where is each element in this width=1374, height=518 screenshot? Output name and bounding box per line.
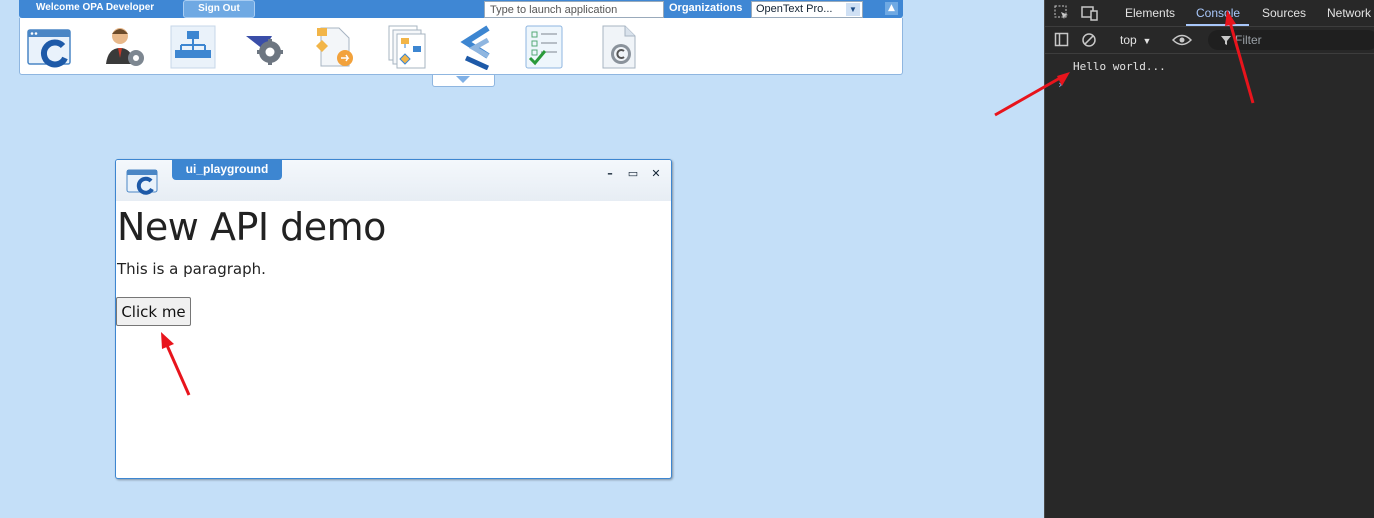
task-checklist-icon[interactable] [520, 24, 568, 70]
filter-icon [1221, 36, 1231, 45]
application-icon-bar [19, 18, 903, 75]
app-window-icon[interactable] [25, 24, 73, 70]
clear-console-icon[interactable] [1081, 32, 1097, 48]
console-log-message: Hello world... [1073, 60, 1166, 73]
devtools-panel: Elements Console Sources Network top ▼ F… [1044, 0, 1374, 518]
filter-input[interactable]: Filter [1208, 30, 1374, 50]
launch-application-input[interactable] [484, 1, 664, 18]
console-toolbar: top ▼ Filter [1045, 27, 1374, 54]
eye-icon[interactable] [1172, 32, 1192, 48]
settings-gear-icon[interactable] [242, 24, 290, 70]
app-window-icon [126, 169, 158, 195]
tab-console[interactable]: Console [1196, 6, 1240, 20]
tab-sources[interactable]: Sources [1262, 6, 1306, 20]
tab-network[interactable]: Network [1327, 6, 1371, 20]
maximize-icon[interactable]: ▭ [627, 168, 639, 180]
organization-value: OpenText Pro... [756, 3, 833, 15]
page-heading: New API demo [117, 205, 386, 249]
window-header[interactable]: ui_playground – ▭ ✕ [116, 160, 671, 201]
expand-launcher-toggle[interactable] [432, 75, 495, 87]
context-select[interactable]: top ▼ [1120, 33, 1151, 47]
org-chart-icon[interactable] [169, 24, 217, 70]
process-flow-icon[interactable] [311, 24, 359, 70]
inspect-element-icon[interactable] [1054, 5, 1070, 21]
filter-placeholder: Filter [1235, 33, 1262, 47]
chevron-right-icon[interactable]: › [1057, 78, 1064, 91]
device-toolbar-icon[interactable] [1081, 5, 1099, 21]
chevron-down-icon [456, 76, 470, 83]
click-me-button[interactable]: Click me [116, 297, 191, 326]
pin-icon[interactable]: ▲ [885, 2, 898, 15]
organizations-label: Organizations [669, 2, 743, 14]
sign-out-button[interactable]: Sign Out [183, 0, 255, 18]
active-tab-indicator [1186, 24, 1249, 26]
workflow-pages-icon[interactable] [383, 24, 431, 70]
page-paragraph: This is a paragraph. [117, 260, 266, 278]
close-icon[interactable]: ✕ [650, 168, 662, 180]
launcher-bar: Welcome OPA Developer Sign Out Organizat… [19, 0, 903, 18]
organization-select[interactable]: OpenText Pro... ▼ [751, 1, 863, 18]
user-admin-icon[interactable] [100, 24, 148, 70]
caret-down-icon: ▼ [1140, 36, 1152, 46]
chevron-stack-icon[interactable] [454, 24, 502, 70]
sidebar-toggle-icon[interactable] [1054, 32, 1070, 48]
copyright-document-icon[interactable] [595, 24, 643, 70]
chevron-down-icon[interactable]: ▼ [846, 3, 860, 16]
minimize-icon[interactable]: – [604, 168, 616, 180]
tab-elements[interactable]: Elements [1125, 6, 1175, 20]
app-window: ui_playground – ▭ ✕ New API demo This is… [115, 159, 672, 479]
welcome-text: Welcome OPA Developer [36, 2, 155, 13]
window-title-tab: ui_playground [172, 160, 282, 180]
devtools-tabbar: Elements Console Sources Network [1045, 0, 1374, 27]
context-value: top [1120, 33, 1137, 47]
